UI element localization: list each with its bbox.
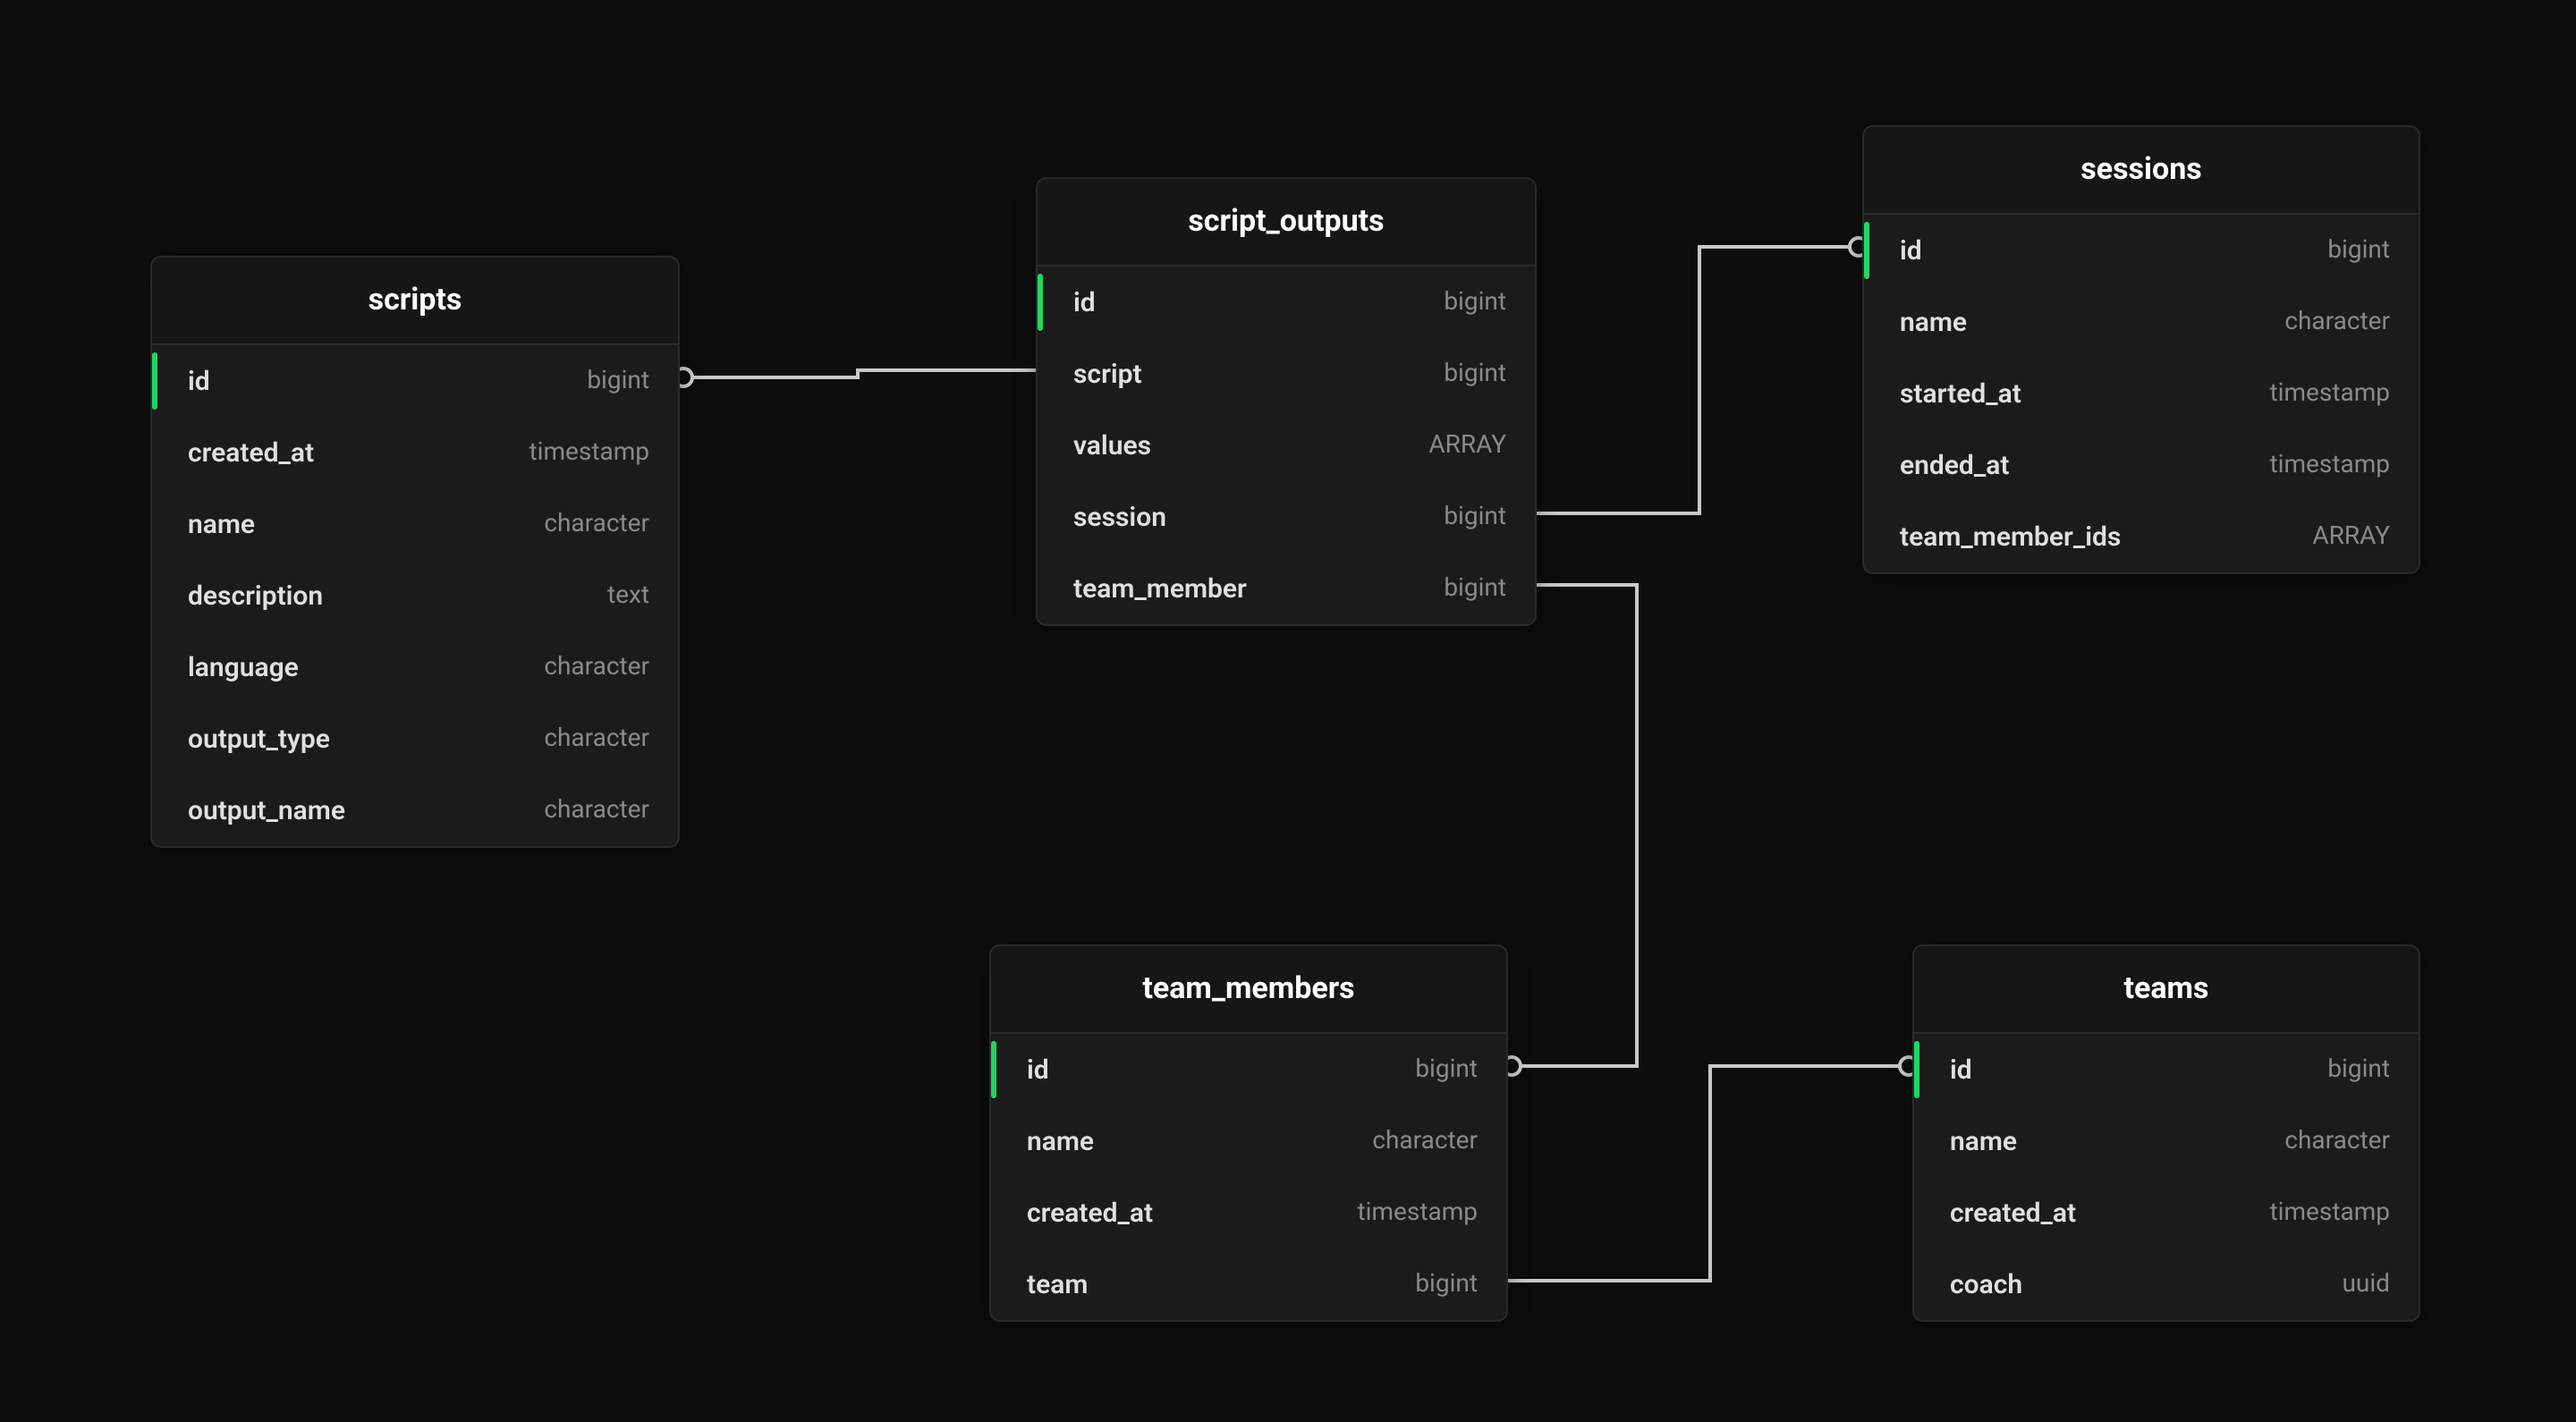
column-row[interactable]: team bigint bbox=[991, 1248, 1506, 1320]
primary-key-indicator bbox=[152, 352, 157, 410]
relation-connector bbox=[1508, 1066, 1912, 1281]
column-name: description bbox=[174, 580, 323, 612]
table-sessions[interactable]: sessionsidbigintnamecharacterstarted_att… bbox=[1862, 125, 2420, 574]
column-row[interactable]: output_type character bbox=[152, 703, 678, 774]
column-row[interactable]: ended_at timestamp bbox=[1864, 429, 2419, 501]
table-title: sessions bbox=[1864, 127, 2419, 215]
column-name: id bbox=[174, 365, 210, 397]
column-type: character bbox=[544, 510, 649, 538]
column-row[interactable]: coach uuid bbox=[1914, 1248, 2419, 1320]
column-name: id bbox=[1885, 234, 1922, 267]
column-row[interactable]: name character bbox=[991, 1105, 1506, 1177]
column-name: ended_at bbox=[1885, 449, 2009, 481]
column-type: timestamp bbox=[2270, 379, 2391, 408]
column-name: id bbox=[1059, 286, 1096, 318]
table-script_outputs[interactable]: script_outputsid bigint script bigint values… bbox=[1036, 177, 1537, 626]
column-type: character bbox=[2284, 1127, 2390, 1155]
column-type: bigint bbox=[1444, 360, 1506, 388]
column-row[interactable]: id bigint bbox=[1864, 215, 2419, 286]
column-name: team_member_ids bbox=[1885, 521, 2121, 553]
table-title: team_members bbox=[991, 946, 1506, 1034]
primary-key-indicator bbox=[991, 1041, 996, 1098]
column-name: created_at bbox=[1013, 1197, 1153, 1229]
column-type: timestamp bbox=[2270, 451, 2391, 479]
relation-connector bbox=[1537, 247, 1862, 513]
column-row[interactable]: started_at timestamp bbox=[1864, 358, 2419, 429]
column-type: uuid bbox=[2343, 1270, 2391, 1299]
column-name: created_at bbox=[174, 436, 314, 469]
column-row[interactable]: team_member_ids ARRAY bbox=[1864, 501, 2419, 572]
column-row[interactable]: id bigint bbox=[1038, 267, 1535, 338]
table-team_members[interactable]: team_membersid bigint name character created… bbox=[989, 944, 1508, 1322]
column-row[interactable]: output_name character bbox=[152, 774, 678, 846]
column-row[interactable]: created_at timestamp bbox=[991, 1177, 1506, 1248]
column-type: timestamp bbox=[1358, 1198, 1479, 1227]
column-type: bigint bbox=[1415, 1055, 1478, 1084]
column-type: character bbox=[544, 724, 649, 753]
column-type: character bbox=[544, 653, 649, 681]
relation-connector bbox=[1508, 585, 1637, 1066]
column-name: name bbox=[1885, 306, 1967, 338]
column-type: character bbox=[1372, 1127, 1478, 1155]
column-name: coach bbox=[1936, 1268, 2022, 1300]
column-type: character bbox=[544, 796, 649, 825]
column-type: bigint bbox=[2327, 236, 2390, 265]
column-type: timestamp bbox=[2270, 1198, 2391, 1227]
column-type: bigint bbox=[1444, 574, 1506, 603]
column-type: ARRAY bbox=[2312, 522, 2390, 551]
column-type: timestamp bbox=[530, 438, 650, 467]
table-teams[interactable]: teams id bigint name character created_at time… bbox=[1912, 944, 2420, 1322]
column-row[interactable]: name character bbox=[152, 488, 678, 560]
table-title: scripts bbox=[152, 258, 678, 345]
column-name: name bbox=[1013, 1125, 1094, 1157]
primary-key-indicator bbox=[1914, 1041, 1919, 1098]
column-row[interactable]: name character bbox=[1914, 1105, 2419, 1177]
table-title: script_outputs bbox=[1038, 179, 1535, 267]
column-row[interactable]: id bigint bbox=[991, 1034, 1506, 1105]
table-scripts[interactable]: scripts id bigint created_at timestamp name ch… bbox=[150, 256, 680, 848]
column-name: values bbox=[1059, 429, 1151, 461]
column-row[interactable]: created_at timestamp bbox=[152, 417, 678, 488]
column-row[interactable]: description text bbox=[152, 560, 678, 631]
column-name: language bbox=[174, 651, 299, 683]
column-row[interactable]: created_at timestamp bbox=[1914, 1177, 2419, 1248]
column-row[interactable]: script bigint bbox=[1038, 338, 1535, 410]
column-row[interactable]: name character bbox=[1864, 286, 2419, 358]
column-type: bigint bbox=[587, 367, 649, 395]
column-type: bigint bbox=[2327, 1055, 2390, 1084]
column-name: id bbox=[1013, 1054, 1049, 1086]
column-name: script bbox=[1059, 358, 1142, 390]
column-row[interactable]: language character bbox=[152, 631, 678, 703]
column-name: started_at bbox=[1885, 377, 2021, 410]
column-type: bigint bbox=[1444, 288, 1506, 317]
table-title: teams bbox=[1914, 946, 2419, 1034]
er-diagram-canvas[interactable]: scripts id bigint created_at timestamp name ch… bbox=[0, 0, 2576, 1422]
relation-connector bbox=[680, 370, 1036, 377]
column-name: session bbox=[1059, 501, 1166, 533]
column-name: team bbox=[1013, 1268, 1088, 1300]
column-row[interactable]: team_member bigint bbox=[1038, 553, 1535, 624]
column-row[interactable]: id bigint bbox=[1914, 1034, 2419, 1105]
column-type: text bbox=[607, 581, 649, 610]
column-type: bigint bbox=[1415, 1270, 1478, 1299]
column-name: name bbox=[174, 508, 255, 540]
column-type: bigint bbox=[1444, 503, 1506, 531]
column-name: id bbox=[1936, 1054, 1972, 1086]
column-row[interactable]: values ARRAY bbox=[1038, 410, 1535, 481]
column-row[interactable]: id bigint bbox=[152, 345, 678, 417]
primary-key-indicator bbox=[1864, 222, 1869, 279]
column-name: created_at bbox=[1936, 1197, 2076, 1229]
column-name: team_member bbox=[1059, 572, 1247, 605]
column-name: output_type bbox=[174, 723, 330, 755]
column-type: ARRAY bbox=[1428, 431, 1506, 460]
column-row[interactable]: session bigint bbox=[1038, 481, 1535, 553]
column-type: character bbox=[2284, 308, 2390, 336]
column-name: name bbox=[1936, 1125, 2017, 1157]
column-name: output_name bbox=[174, 794, 345, 826]
primary-key-indicator bbox=[1038, 274, 1043, 331]
